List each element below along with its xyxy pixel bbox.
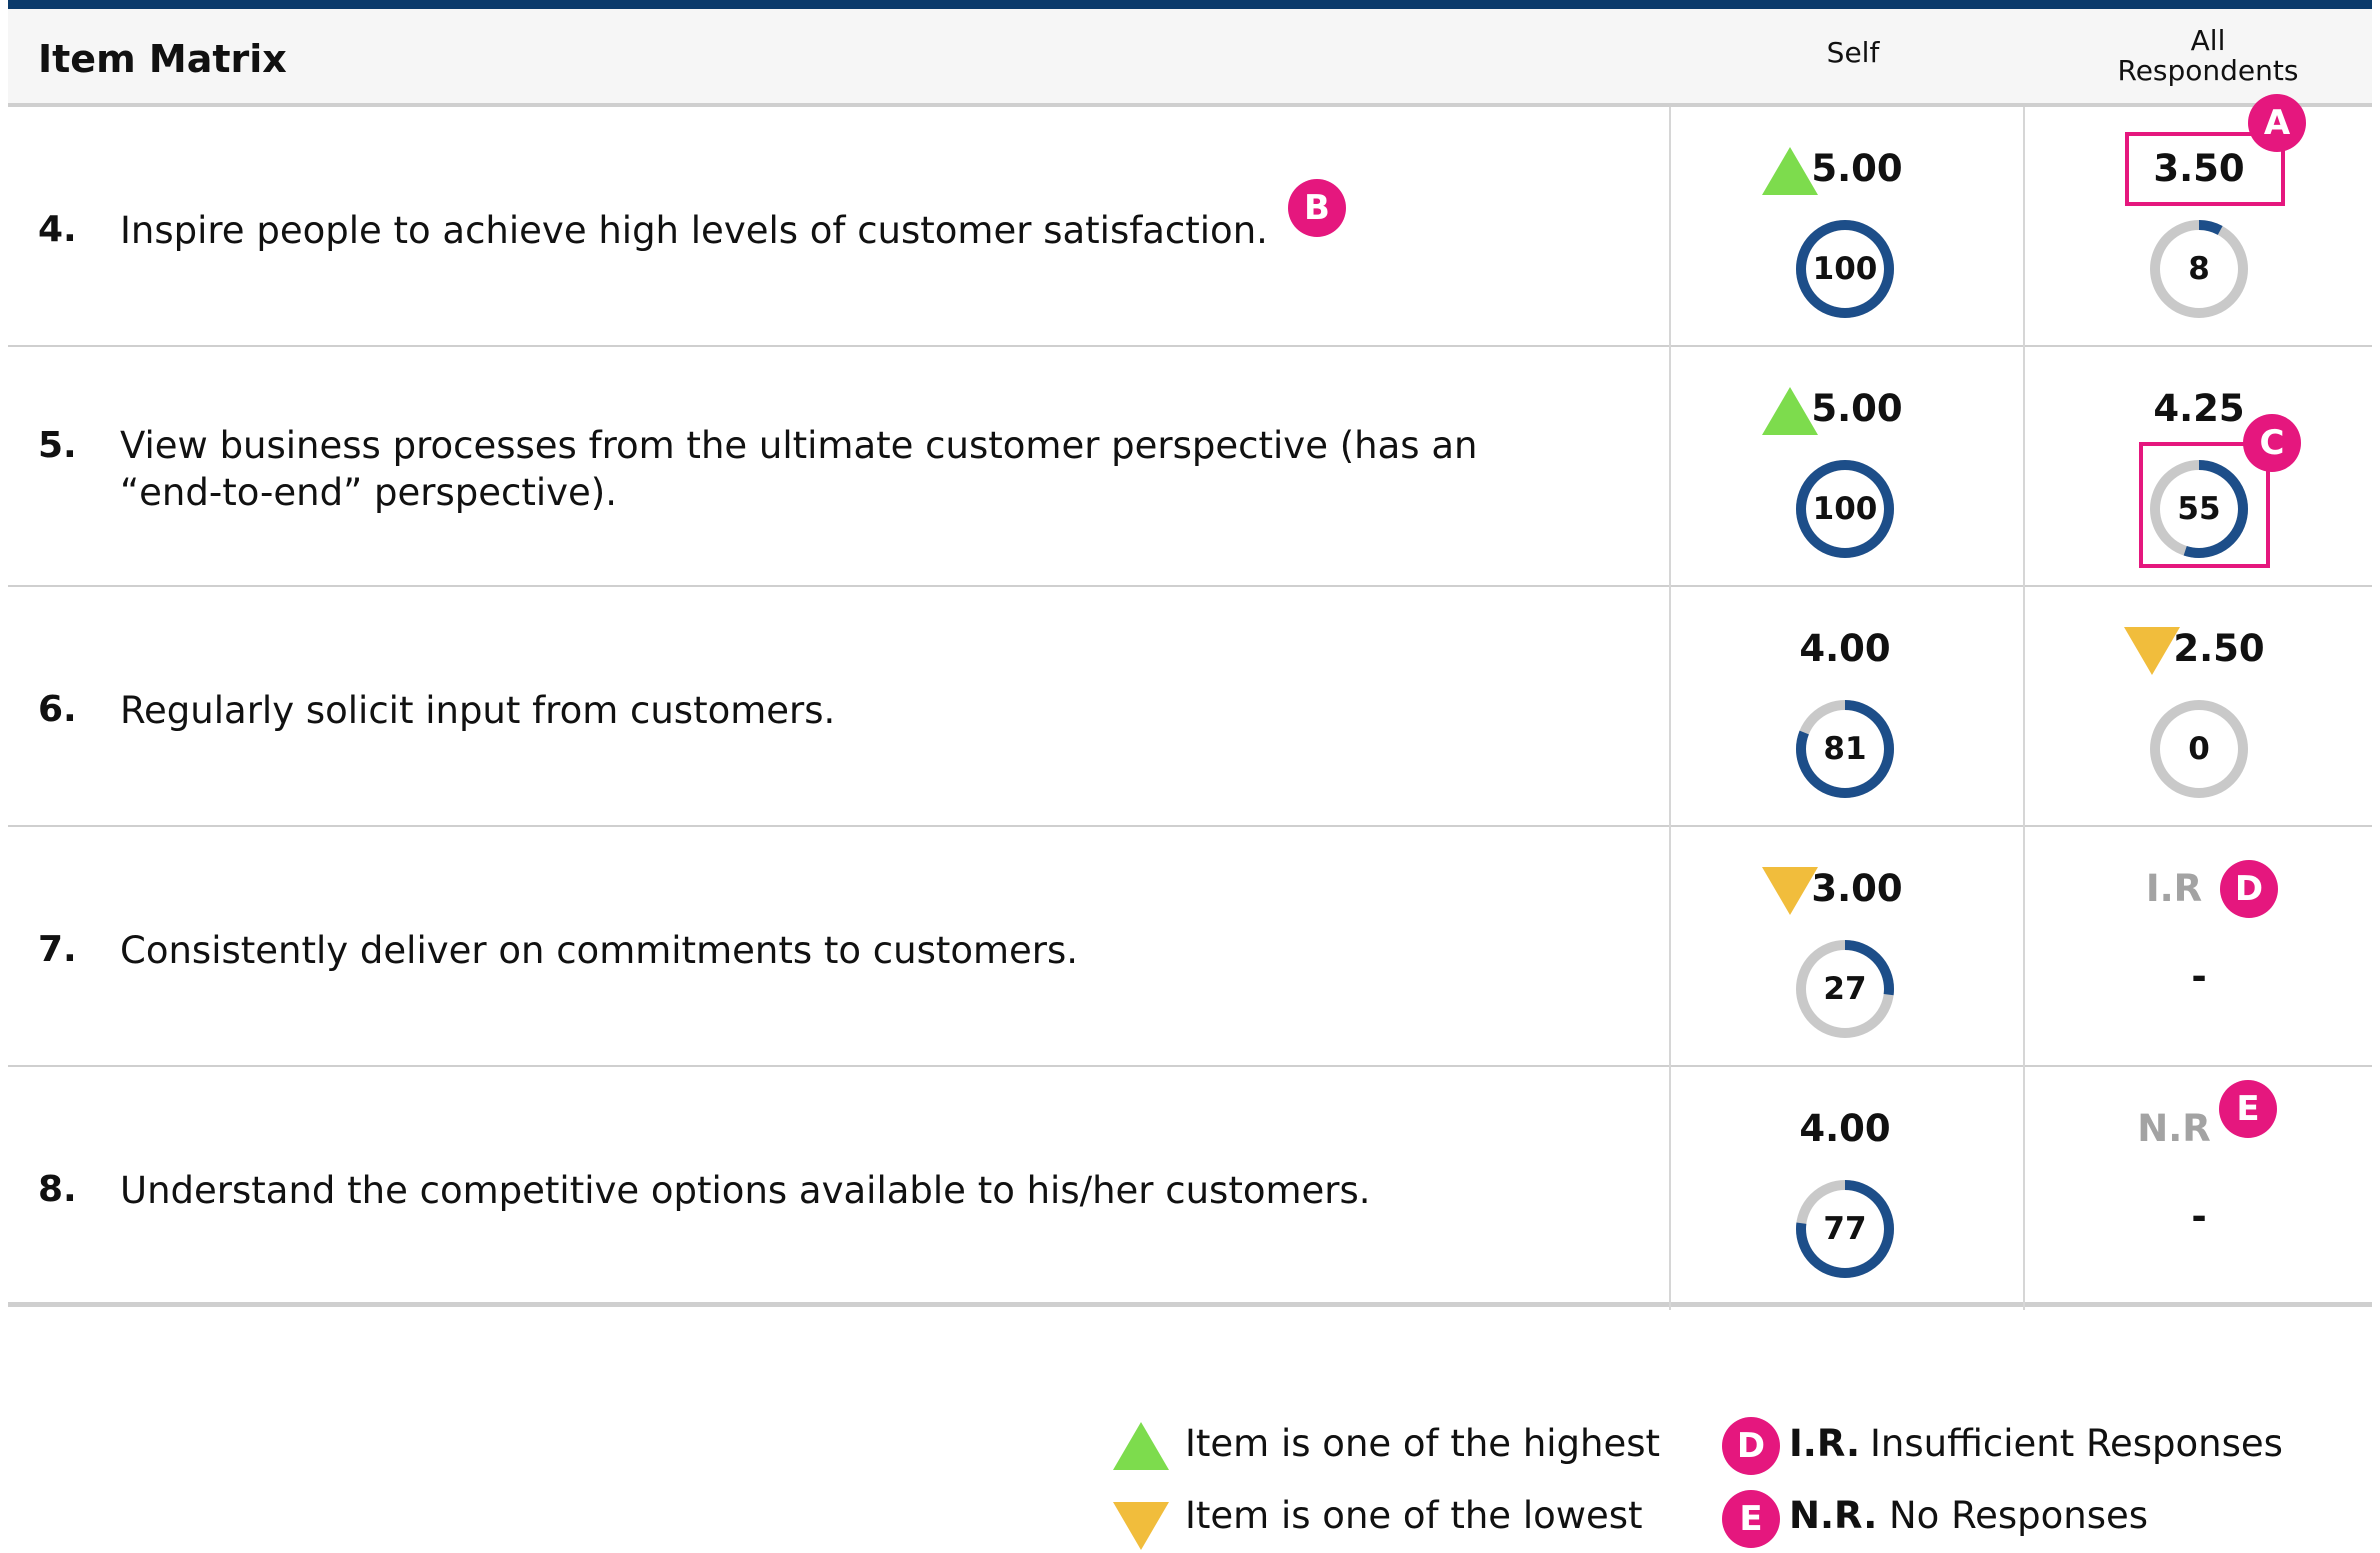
marker-c: C xyxy=(2243,414,2301,472)
column-divider xyxy=(1669,107,1671,1310)
self-percent-value: 27 xyxy=(1823,971,1867,1007)
self-percent-donut: 81 xyxy=(1793,697,1897,801)
table-row: 8. Understand the competitive options av… xyxy=(8,1067,2372,1307)
self-score: 5.00 xyxy=(1811,147,1903,190)
legend-marker-d: D xyxy=(1722,1417,1780,1475)
self-score: 5.00 xyxy=(1811,387,1903,430)
table-row: 5. View business processes from the ulti… xyxy=(8,347,2372,587)
self-percent-donut: 77 xyxy=(1793,1177,1897,1281)
legend-nr-text: No Responses xyxy=(1889,1494,2149,1537)
self-percent-value: 81 xyxy=(1823,731,1867,767)
legend-ir-text: Insufficient Responses xyxy=(1870,1422,2283,1465)
all-percent-value: 8 xyxy=(2188,251,2210,287)
item-text-line: View business processes from the ultimat… xyxy=(120,424,1478,467)
self-score: 4.00 xyxy=(1799,627,1891,670)
self-percent-donut: 100 xyxy=(1793,217,1897,321)
item-text: Consistently deliver on commitments to c… xyxy=(120,929,1079,972)
column-header-self: Self xyxy=(1826,36,1880,69)
column-header-all-line1: All xyxy=(2190,24,2226,57)
column-header-all-line2: Respondents xyxy=(2117,54,2299,87)
all-score: 2.50 xyxy=(2173,627,2265,670)
self-percent-donut: 27 xyxy=(1793,937,1897,1041)
marker-d: D xyxy=(2220,860,2278,918)
item-text: Inspire people to achieve high levels of… xyxy=(120,209,1268,252)
table-row: 4. Inspire people to achieve high levels… xyxy=(8,107,2372,347)
table-row: 7. Consistently deliver on commitments t… xyxy=(8,827,2372,1067)
item-text: View business processes from the ultimat… xyxy=(120,422,1620,516)
all-score: I.R xyxy=(2145,867,2203,910)
column-header-all-respondents: All Respondents xyxy=(2033,26,2380,86)
all-score: N.R xyxy=(2137,1107,2211,1150)
item-number: 8. xyxy=(38,1169,77,1210)
self-percent-donut: 100 xyxy=(1793,457,1897,561)
legend-lowest-label: Item is one of the lowest xyxy=(1185,1494,1643,1537)
all-percent-donut: 8 xyxy=(2147,217,2251,321)
self-percent-value: 77 xyxy=(1823,1211,1867,1247)
lowest-triangle-icon xyxy=(1113,1502,1169,1550)
self-score: 4.00 xyxy=(1799,1107,1891,1150)
all-percent-donut: 0 xyxy=(2147,697,2251,801)
item-number: 5. xyxy=(38,425,77,466)
item-text-line: “end-to-end” perspective). xyxy=(120,471,618,514)
item-number: 7. xyxy=(38,929,77,970)
table-title: Item Matrix xyxy=(38,37,287,81)
item-text: Understand the competitive options avail… xyxy=(120,1169,1371,1212)
all-value-placeholder: - xyxy=(2191,1195,2207,1238)
column-divider xyxy=(2023,107,2025,1310)
item-number: 6. xyxy=(38,689,77,730)
table-header: Item Matrix Self All Respondents xyxy=(8,9,2372,107)
marker-e: E xyxy=(2219,1080,2277,1138)
self-percent-value: 100 xyxy=(1812,491,1878,527)
marker-b: B xyxy=(1288,179,1346,237)
top-accent-bar xyxy=(8,0,2372,9)
all-score: 4.25 xyxy=(2153,387,2245,430)
legend-ir-abbr: I.R. xyxy=(1789,1422,1861,1465)
marker-a: A xyxy=(2248,94,2306,152)
self-percent-value: 100 xyxy=(1812,251,1878,287)
legend-nr-abbr: N.R. xyxy=(1789,1494,1878,1537)
highest-triangle-icon xyxy=(1113,1422,1169,1470)
legend-marker-e: E xyxy=(1722,1490,1780,1548)
all-percent-value: 0 xyxy=(2188,731,2210,767)
all-value-placeholder: - xyxy=(2191,955,2207,998)
item-text: Regularly solicit input from customers. xyxy=(120,689,836,732)
self-score: 3.00 xyxy=(1811,867,1903,910)
table-row: 6. Regularly solicit input from customer… xyxy=(8,587,2372,827)
legend-highest-label: Item is one of the highest xyxy=(1185,1422,1661,1465)
item-number: 4. xyxy=(38,209,77,250)
